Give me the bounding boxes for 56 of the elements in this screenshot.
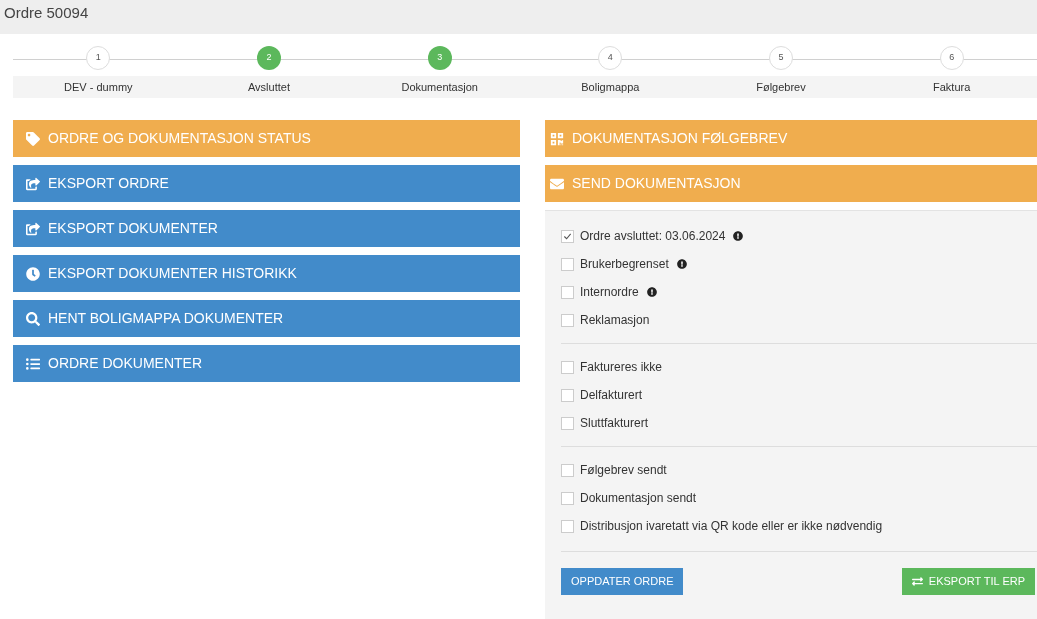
checkbox[interactable] bbox=[561, 257, 574, 271]
step-label: Faktura bbox=[932, 79, 972, 95]
info-icon bbox=[733, 231, 744, 241]
checkbox[interactable] bbox=[561, 229, 574, 243]
checkbox[interactable] bbox=[561, 463, 574, 477]
step-label: Avsluttet bbox=[247, 79, 291, 95]
update-order-button[interactable]: OPPDATER ORDRE bbox=[561, 568, 684, 595]
qr-code-icon bbox=[550, 131, 564, 146]
checkbox-label: Faktureres ikke bbox=[580, 359, 663, 376]
step-number: 6 bbox=[939, 46, 964, 70]
step-number: 3 bbox=[427, 46, 452, 70]
panel-header[interactable]: SEND DOKUMENTASJON bbox=[545, 165, 1037, 202]
checkbox[interactable] bbox=[561, 519, 574, 533]
step-number: 2 bbox=[257, 46, 281, 70]
info-icon bbox=[676, 259, 687, 269]
export-erp-button[interactable]: EKSPORT TIL ERP bbox=[901, 568, 1035, 595]
step-label: Boligmappa bbox=[580, 79, 641, 95]
checkbox-label: Reklamasjon bbox=[580, 312, 650, 329]
checkbox[interactable] bbox=[561, 285, 574, 299]
step-number: 1 bbox=[86, 46, 111, 70]
panel-header[interactable]: EKSPORT DOKUMENTER HISTORIKK bbox=[13, 255, 520, 292]
info-icon bbox=[646, 287, 657, 297]
share-icon bbox=[26, 221, 40, 236]
checkbox[interactable] bbox=[561, 360, 574, 374]
checkbox[interactable] bbox=[561, 313, 574, 327]
checkbox-label: Dokumentasjon sendt bbox=[580, 490, 697, 507]
step-number: 5 bbox=[769, 46, 793, 70]
checkbox-label: Internordre bbox=[580, 284, 639, 301]
checkbox-label: Delfakturert bbox=[580, 387, 643, 404]
checkbox-label: Sluttfakturert bbox=[580, 415, 649, 432]
panel-header[interactable]: ORDRE OG DOKUMENTASJON STATUS bbox=[13, 120, 520, 157]
checkbox-label: Følgebrev sendt bbox=[580, 462, 667, 479]
search-icon bbox=[26, 311, 40, 326]
clock-icon bbox=[26, 266, 40, 281]
checkbox[interactable] bbox=[561, 491, 574, 505]
tag-icon bbox=[26, 131, 40, 146]
panel-header[interactable]: HENT BOLIGMAPPA DOKUMENTER bbox=[13, 300, 520, 337]
checkbox[interactable] bbox=[561, 416, 574, 430]
checkbox-label: Brukerbegrenset bbox=[580, 256, 669, 273]
swap-arrows-icon bbox=[911, 576, 923, 587]
share-icon bbox=[26, 176, 40, 191]
panel-header[interactable]: EKSPORT DOKUMENTER bbox=[13, 210, 520, 247]
checkbox-label: Distribusjon ivaretatt via QR kode eller er ikke nødvendig bbox=[580, 518, 883, 535]
envelope-icon bbox=[550, 176, 564, 191]
page-title: Ordre 50094 bbox=[4, 3, 89, 23]
panel-header[interactable]: ORDRE DOKUMENTER bbox=[13, 345, 520, 382]
step-label: Dokumentasjon bbox=[400, 79, 479, 95]
list-icon bbox=[26, 356, 40, 371]
panel-header[interactable]: DOKUMENTASJON FØLGEBREV bbox=[545, 120, 1037, 157]
panel-header[interactable]: EKSPORT ORDRE bbox=[13, 165, 520, 202]
step-label: DEV - dummy bbox=[63, 79, 134, 95]
checkbox[interactable] bbox=[561, 388, 574, 402]
checkmark-icon bbox=[563, 231, 572, 241]
step-label: Følgebrev bbox=[755, 79, 807, 95]
checkbox-label: Ordre avsluttet: 03.06.2024 bbox=[580, 228, 726, 245]
step-number: 4 bbox=[598, 46, 623, 70]
